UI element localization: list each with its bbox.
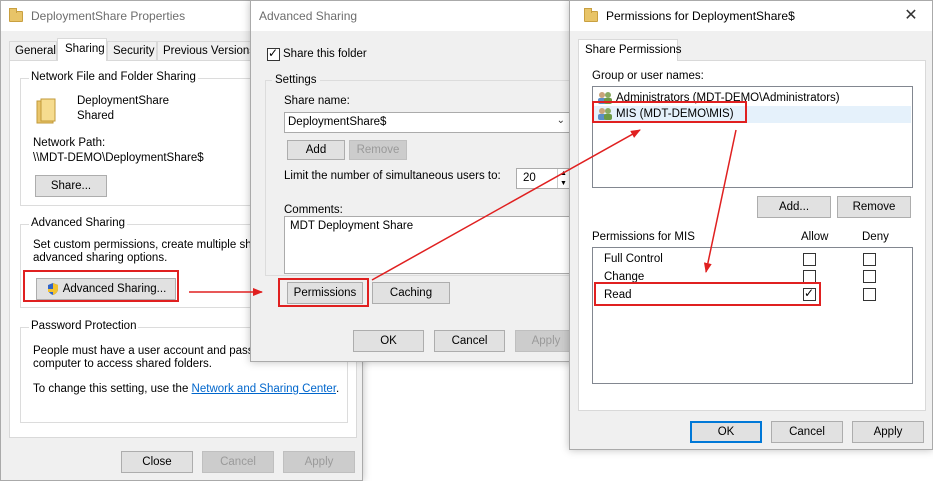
tab-previous-versions-label: Previous Versions [163,45,256,57]
allow-full-control-checkbox[interactable] [803,253,816,266]
tab-share-permissions[interactable]: Share Permissions [578,39,682,61]
network-sharing-center-link[interactable]: Network and Sharing Center [192,383,336,395]
properties-cancel-button-label: Cancel [220,456,256,468]
password-protection-group-label: Password Protection [29,320,139,332]
comments-textarea[interactable]: MDT Deployment Share [284,216,570,274]
deny-read-checkbox[interactable] [863,288,876,301]
properties-cancel-button[interactable]: Cancel [202,451,274,473]
chevron-down-icon: ⌄ [556,115,565,126]
advanced-sharing-group-label: Advanced Sharing [29,217,127,229]
tab-general[interactable]: General [9,41,57,60]
share-name-select-value: DeploymentShare$ [288,116,387,128]
remove-user-button[interactable]: Remove [837,196,911,218]
tab-sharing-label: Sharing [65,43,105,55]
deny-change-checkbox[interactable] [863,270,876,283]
properties-apply-button[interactable]: Apply [283,451,355,473]
share-name-select[interactable]: DeploymentShare$ ⌄ [284,112,570,133]
password-change-suffix: . [336,383,340,395]
advanced-ok-button-label: OK [380,335,397,347]
close-button-label: Close [142,456,172,468]
add-share-button-label: Add [305,144,327,156]
permissions-list: Full Control Change Read [592,247,913,384]
caching-button-label: Caching [389,287,433,299]
deny-full-control-checkbox[interactable] [863,253,876,266]
tab-security-label: Security [113,45,155,57]
folder-icon [584,7,598,22]
advanced-cancel-button-label: Cancel [451,335,488,347]
permissions-titlebar: Permissions for DeploymentShare$ [570,1,932,31]
highlight-permissions-button [278,278,369,307]
properties-apply-button-label: Apply [304,456,334,468]
remove-share-button-label: Remove [356,144,400,156]
highlight-mis-user [592,101,747,123]
add-share-button[interactable]: Add [287,140,345,160]
remove-user-button-label: Remove [852,201,896,213]
limit-users-spinner[interactable]: 20 ▲ ▼ [516,168,570,189]
permissions-ok-button[interactable]: OK [690,421,762,443]
advanced-cancel-button[interactable]: Cancel [434,330,505,352]
share-button-label: Share... [50,180,92,192]
limit-users-value: 20 [523,172,536,184]
highlight-read-row [594,282,821,306]
group-user-names-label: Group or user names: [592,70,704,82]
spinner-down-icon[interactable]: ▼ [557,179,569,188]
highlight-advanced-sharing-button [23,270,179,302]
permissions-ok-button-label: OK [717,426,735,438]
close-icon[interactable]: ✕ [902,7,920,25]
password-change-prefix: To change this setting, use the [33,383,192,395]
permissions-window: Permissions for DeploymentShare$ ✕ Share… [569,0,933,450]
tab-security[interactable]: Security [107,41,157,60]
network-path-label: Network Path: [33,137,106,149]
perm-row-full-control: Full Control [604,253,663,265]
advanced-sharing-titlebar: Advanced Sharing [251,1,581,31]
share-button[interactable]: Share... [35,175,107,197]
permissions-cancel-button[interactable]: Cancel [771,421,843,443]
share-name-label: Share name: [284,95,350,107]
network-path-value: \\MDT-DEMO\DeploymentShare$ [33,152,204,164]
advanced-apply-button[interactable]: Apply [515,330,577,352]
deny-column-header: Deny [862,231,889,243]
shared-folder-icon [35,97,57,125]
tab-previous-versions[interactable]: Previous Versions [157,41,256,60]
allow-column-header: Allow [801,231,829,243]
permissions-for-label: Permissions for MIS [592,231,695,243]
caching-button[interactable]: Caching [372,282,450,304]
comments-value: MDT Deployment Share [290,220,414,232]
password-protection-desc-2: computer to access shared folders. [33,358,212,370]
share-this-folder-label: Share this folder [283,48,367,60]
advanced-sharing-desc-2: advanced sharing options. [33,252,168,264]
remove-share-button[interactable]: Remove [349,140,407,160]
limit-users-label: Limit the number of simultaneous users t… [284,170,501,182]
advanced-apply-button-label: Apply [531,335,561,347]
settings-group-label: Settings [272,74,320,86]
advanced-sharing-desc-1: Set custom permissions, create multiple … [33,239,278,251]
tab-general-label: General [15,45,56,57]
password-protection-change-line: To change this setting, use the Network … [33,383,339,395]
add-user-button[interactable]: Add... [757,196,831,218]
password-protection-desc-1: People must have a user account and pass… [33,345,273,357]
tab-sharing[interactable]: Sharing [57,38,107,61]
advanced-ok-button[interactable]: OK [353,330,424,352]
share-state-text: Shared [77,110,115,122]
advanced-sharing-window: Advanced Sharing Share this folder Setti… [250,0,582,362]
properties-title: DeploymentShare Properties [31,9,186,23]
permissions-title: Permissions for DeploymentShare$ [606,9,795,23]
advanced-sharing-title: Advanced Sharing [259,9,358,23]
close-button[interactable]: Close [121,451,193,473]
comments-label: Comments: [284,204,343,216]
spinner-up-icon[interactable]: ▲ [557,169,569,179]
network-sharing-group-label: Network File and Folder Sharing [29,71,198,83]
share-name-text: DeploymentShare [77,95,170,107]
share-this-folder-checkbox[interactable] [267,46,280,61]
folder-icon [9,7,23,22]
permissions-cancel-button-label: Cancel [789,426,825,438]
add-user-button-label: Add... [778,201,810,213]
permissions-apply-button-label: Apply [873,426,903,438]
permissions-apply-button[interactable]: Apply [852,421,924,443]
tab-share-permissions-label: Share Permissions [585,44,682,56]
